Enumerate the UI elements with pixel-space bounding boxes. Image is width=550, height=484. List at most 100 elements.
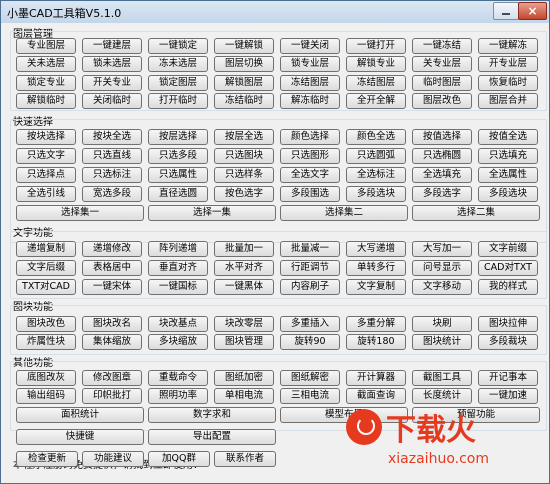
tool-button[interactable]: 关未选层 [16, 56, 76, 72]
tool-button[interactable]: 垂直对齐 [148, 260, 208, 276]
tool-button[interactable]: 按值全选 [478, 129, 538, 145]
tool-button[interactable]: 递增复制 [16, 241, 76, 257]
tool-button[interactable]: 一键加速 [478, 388, 538, 404]
tool-button[interactable]: 按层选择 [148, 129, 208, 145]
tool-button[interactable]: 输出组码 [16, 388, 76, 404]
tool-button[interactable]: 专业图层 [16, 38, 76, 54]
tool-button[interactable]: 问号显示 [412, 260, 472, 276]
tool-button[interactable]: 选择集一 [16, 205, 144, 221]
tool-button[interactable]: 颜色选择 [280, 129, 340, 145]
tool-button[interactable]: 全选属性 [478, 167, 538, 183]
tool-button[interactable]: 行距调节 [280, 260, 340, 276]
tool-button[interactable]: 联系作者 [214, 451, 276, 467]
tool-button[interactable]: 功能建议 [82, 451, 144, 467]
tool-button[interactable]: 批量减一 [280, 241, 340, 257]
tool-button[interactable]: 按层全选 [214, 129, 274, 145]
tool-button[interactable]: 开记事本 [478, 370, 538, 386]
tool-button[interactable]: 多重分解 [346, 316, 406, 332]
tool-button[interactable]: 数字求和 [148, 407, 276, 423]
tool-button[interactable]: 只选标注 [82, 167, 142, 183]
tool-button[interactable]: 锁定图层 [148, 75, 208, 91]
tool-button[interactable]: 面积统计 [16, 407, 144, 423]
tool-button[interactable]: 一键国标 [148, 279, 208, 295]
tool-button[interactable]: 照明功率 [148, 388, 208, 404]
tool-button[interactable]: 内容刷子 [280, 279, 340, 295]
minimize-button[interactable] [493, 2, 519, 20]
tool-button[interactable]: 炸属性块 [16, 334, 76, 350]
tool-button[interactable]: 锁定专业 [16, 75, 76, 91]
tool-button[interactable]: 我的样式 [478, 279, 538, 295]
tool-button[interactable]: 三相电流 [280, 388, 340, 404]
tool-button[interactable]: 导出配置 [148, 429, 276, 445]
tool-button[interactable]: 只选椭圆 [412, 148, 472, 164]
tool-button[interactable]: 多重插入 [280, 316, 340, 332]
tool-button[interactable]: 选择一集 [148, 205, 276, 221]
tool-button[interactable]: 多段选字 [412, 186, 472, 202]
tool-button[interactable]: 锁专业层 [280, 56, 340, 72]
tool-button[interactable]: 只选直线 [82, 148, 142, 164]
tool-button[interactable]: 解冻临时 [280, 93, 340, 109]
tool-button[interactable]: 只选图形 [280, 148, 340, 164]
tool-button[interactable]: 修改图章 [82, 370, 142, 386]
tool-button[interactable]: 多段裁块 [478, 334, 538, 350]
tool-button[interactable]: 全选引线 [16, 186, 76, 202]
tool-button[interactable]: 选择二集 [412, 205, 540, 221]
tool-button[interactable]: 解锁临时 [16, 93, 76, 109]
tool-button[interactable]: 冻未选层 [148, 56, 208, 72]
tool-button[interactable]: 多块缩放 [148, 334, 208, 350]
tool-button[interactable]: 全开全解 [346, 93, 406, 109]
tool-button[interactable]: 一键解冻 [478, 38, 538, 54]
tool-button[interactable]: 解锁图层 [214, 75, 274, 91]
tool-button[interactable]: 恢复临时 [478, 75, 538, 91]
tool-button[interactable]: 一键解锁 [214, 38, 274, 54]
tool-button[interactable]: 快捷键 [16, 429, 144, 445]
tool-button[interactable]: 开计算器 [346, 370, 406, 386]
tool-button[interactable]: 阵列递增 [148, 241, 208, 257]
tool-button[interactable]: 只选多段 [148, 148, 208, 164]
tool-button[interactable]: 只选样条 [214, 167, 274, 183]
tool-button[interactable]: 只选圆弧 [346, 148, 406, 164]
tool-button[interactable]: 多段选块 [478, 186, 538, 202]
tool-button[interactable]: 文字移动 [412, 279, 472, 295]
tool-button[interactable]: TXT对CAD [16, 279, 76, 295]
tool-button[interactable]: 只选文字 [16, 148, 76, 164]
tool-button[interactable]: 直径选圆 [148, 186, 208, 202]
tool-button[interactable]: 开专业层 [478, 56, 538, 72]
tool-button[interactable]: 截图工具 [412, 370, 472, 386]
tool-button[interactable]: 图层改色 [412, 93, 472, 109]
tool-button[interactable]: 按色选字 [214, 186, 274, 202]
tool-button[interactable]: 印帜批打 [82, 388, 142, 404]
tool-button[interactable]: 全选文字 [280, 167, 340, 183]
tool-button[interactable]: 一键打开 [346, 38, 406, 54]
tool-button[interactable]: 一键关闭 [280, 38, 340, 54]
tool-button[interactable]: 长度统计 [412, 388, 472, 404]
tool-button[interactable]: 表格居中 [82, 260, 142, 276]
tool-button[interactable]: 按块选择 [16, 129, 76, 145]
tool-button[interactable]: 图块统计 [412, 334, 472, 350]
tool-button[interactable]: 锁未选层 [82, 56, 142, 72]
tool-button[interactable]: 图层切换 [214, 56, 274, 72]
tool-button[interactable]: 选择集二 [280, 205, 408, 221]
tool-button[interactable]: 块刷 [412, 316, 472, 332]
tool-button[interactable]: 只选属性 [148, 167, 208, 183]
tool-button[interactable]: 一键冻结 [412, 38, 472, 54]
tool-button[interactable]: 冻结临时 [214, 93, 274, 109]
tool-button[interactable]: 冻结图层 [346, 75, 406, 91]
tool-button[interactable]: 底图改灰 [16, 370, 76, 386]
tool-button[interactable]: 加QQ群 [148, 451, 210, 467]
tool-button[interactable]: 颜色全选 [346, 129, 406, 145]
tool-button[interactable]: 大写递增 [346, 241, 406, 257]
tool-button[interactable]: 关专业层 [412, 56, 472, 72]
tool-button[interactable]: 图纸解密 [280, 370, 340, 386]
tool-button[interactable]: 只选填充 [478, 148, 538, 164]
tool-button[interactable]: 图块改色 [16, 316, 76, 332]
tool-button[interactable]: 水平对齐 [214, 260, 274, 276]
tool-button[interactable]: 一键宋体 [82, 279, 142, 295]
tool-button[interactable]: 解锁专业 [346, 56, 406, 72]
tool-button[interactable]: 开关专业 [82, 75, 142, 91]
tool-button[interactable]: 旋转90 [280, 334, 340, 350]
tool-button[interactable]: 块改基点 [148, 316, 208, 332]
tool-button[interactable]: 图块改名 [82, 316, 142, 332]
tool-button[interactable]: 一键建层 [82, 38, 142, 54]
tool-button[interactable]: 冻结图层 [280, 75, 340, 91]
